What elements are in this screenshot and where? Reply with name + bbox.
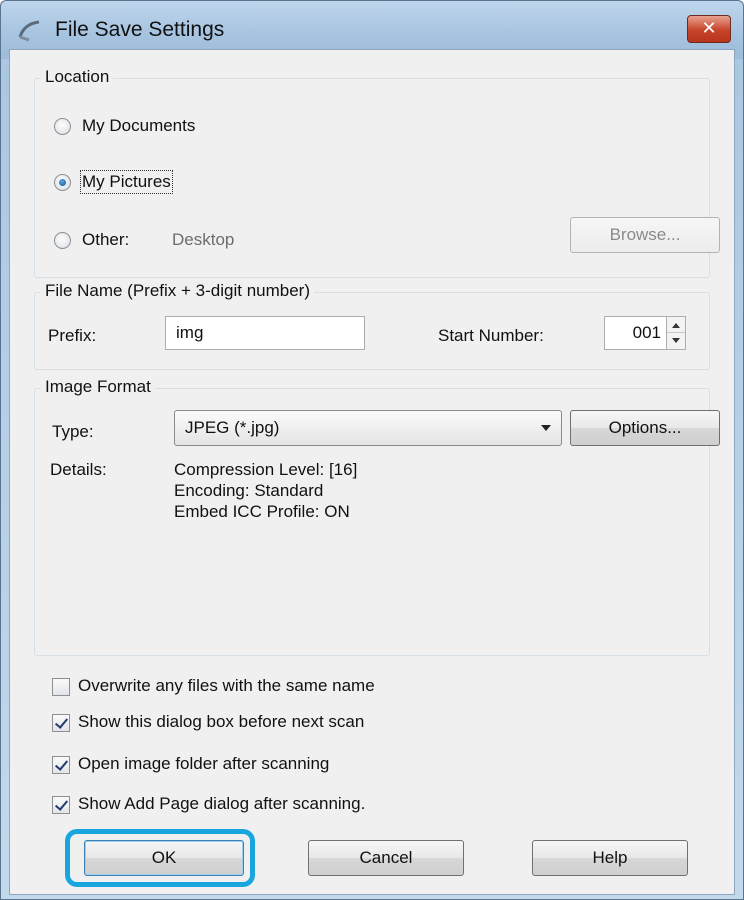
options-button[interactable]: Options... bbox=[570, 410, 720, 446]
close-icon: ✕ bbox=[701, 18, 717, 38]
cancel-button[interactable]: Cancel bbox=[308, 840, 464, 876]
close-button[interactable]: ✕ bbox=[687, 15, 731, 43]
show-dialog-checkbox[interactable] bbox=[52, 714, 70, 732]
radio-my-documents[interactable] bbox=[54, 118, 71, 135]
open-folder-checkbox[interactable] bbox=[52, 756, 70, 774]
radio-my-documents-label[interactable]: My Documents bbox=[82, 116, 195, 136]
location-legend: Location bbox=[41, 67, 114, 87]
other-location-value: Desktop bbox=[172, 230, 235, 249]
chevron-down-icon bbox=[541, 425, 551, 431]
spin-up-icon[interactable] bbox=[667, 317, 685, 333]
type-select[interactable]: JPEG (*.jpg) bbox=[174, 410, 562, 446]
show-dialog-label[interactable]: Show this dialog box before next scan bbox=[78, 712, 364, 732]
prefix-label: Prefix: bbox=[48, 326, 97, 345]
scanner-icon bbox=[18, 20, 40, 42]
overwrite-checkbox[interactable] bbox=[52, 678, 70, 696]
help-button[interactable]: Help bbox=[532, 840, 688, 876]
browse-button[interactable]: Browse... bbox=[570, 217, 720, 253]
details-line: Embed ICC Profile: ON bbox=[174, 502, 350, 521]
ok-button-highlight bbox=[65, 829, 255, 887]
radio-other-label[interactable]: Other: bbox=[82, 230, 129, 250]
radio-my-pictures[interactable] bbox=[54, 174, 71, 191]
show-add-page-label[interactable]: Show Add Page dialog after scanning. bbox=[78, 794, 365, 814]
image-format-legend: Image Format bbox=[41, 377, 155, 397]
prefix-input[interactable]: img bbox=[165, 316, 365, 350]
start-number-input[interactable]: 001 bbox=[604, 316, 668, 350]
spin-down-icon[interactable] bbox=[667, 333, 685, 349]
radio-other[interactable] bbox=[54, 232, 71, 249]
start-number-spinner[interactable] bbox=[666, 316, 686, 350]
details-line: Compression Level: [16] bbox=[174, 460, 358, 479]
file-name-legend: File Name (Prefix + 3-digit number) bbox=[41, 281, 315, 301]
show-add-page-checkbox[interactable] bbox=[52, 796, 70, 814]
format-details: Compression Level: [16] Encoding: Standa… bbox=[174, 459, 357, 522]
overwrite-label[interactable]: Overwrite any files with the same name bbox=[78, 676, 375, 696]
details-label: Details: bbox=[50, 460, 107, 479]
file-save-settings-window: File Save Settings ✕ Location My Documen… bbox=[0, 0, 744, 900]
open-folder-label[interactable]: Open image folder after scanning bbox=[78, 754, 329, 774]
start-number-label: Start Number: bbox=[438, 326, 544, 345]
dialog-body: Location My Documents My Pictures Other:… bbox=[9, 49, 735, 895]
radio-my-pictures-label[interactable]: My Pictures bbox=[80, 170, 173, 194]
details-line: Encoding: Standard bbox=[174, 481, 324, 500]
type-label: Type: bbox=[52, 422, 94, 441]
window-title: File Save Settings bbox=[55, 18, 225, 41]
